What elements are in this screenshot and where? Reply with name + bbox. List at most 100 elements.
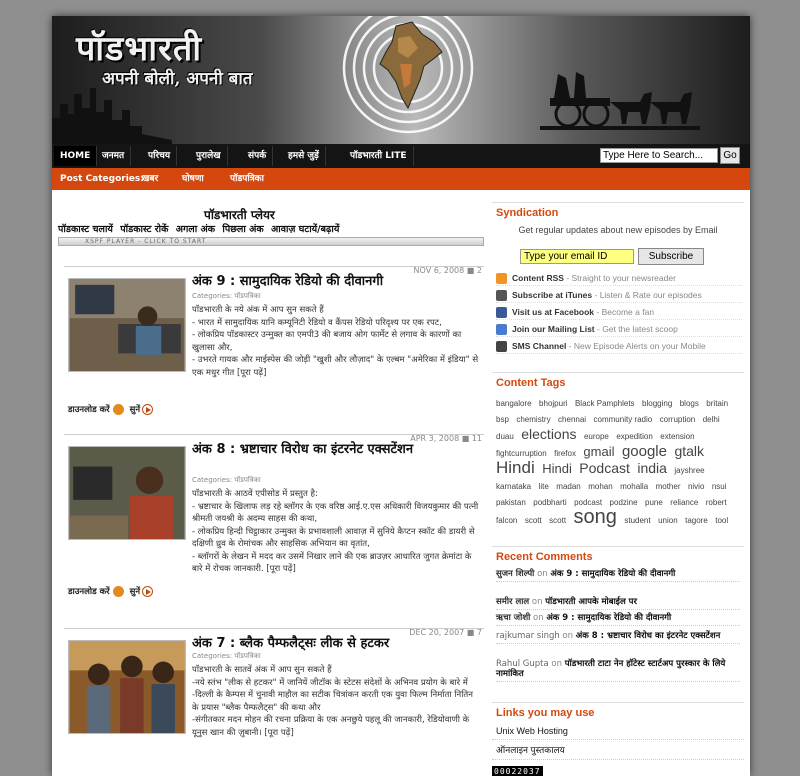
next-episode-button[interactable]: अगला अंक bbox=[176, 224, 215, 235]
nav-hamse-juden[interactable]: हमसे जुड़ें bbox=[282, 146, 326, 166]
tag-link[interactable]: song bbox=[574, 506, 617, 528]
nav-home[interactable]: HOME bbox=[54, 146, 98, 166]
download-icon[interactable] bbox=[112, 404, 124, 415]
tag-link[interactable]: expedition bbox=[616, 432, 652, 441]
tag-link[interactable]: chemistry bbox=[516, 415, 550, 424]
tag-link[interactable]: karnataka bbox=[496, 482, 531, 491]
tag-link[interactable]: student bbox=[624, 516, 650, 525]
tag-link[interactable]: pune bbox=[645, 498, 663, 507]
tag-link[interactable]: bhojpuri bbox=[539, 399, 567, 408]
tag-link[interactable]: elections bbox=[521, 426, 576, 442]
post-title[interactable]: अंक 7 : ब्लैक पैम्फलैट्सः लीक से हटकर bbox=[192, 636, 482, 652]
tag-link[interactable]: corruption bbox=[660, 415, 696, 424]
tag-link[interactable]: pakistan bbox=[496, 498, 526, 507]
nav-janmat[interactable]: जनमत bbox=[96, 146, 132, 166]
listen-link[interactable]: सुनें bbox=[130, 587, 140, 597]
syndication-mailing-list[interactable]: Join our Mailing List - Get the latest s… bbox=[496, 322, 742, 337]
tag-link[interactable]: duau bbox=[496, 432, 514, 441]
tag-link[interactable]: mohalla bbox=[620, 482, 648, 491]
nav-sampark[interactable]: संपर्क bbox=[242, 146, 274, 166]
nav-podbharti-lite[interactable]: पॉडभारती LITE bbox=[344, 146, 414, 166]
email-field[interactable]: Type your email ID bbox=[520, 249, 634, 264]
stop-podcast-button[interactable]: पॉडकास्ट रोकें bbox=[120, 224, 168, 235]
tag-link[interactable]: robert bbox=[706, 498, 727, 507]
tag-link[interactable]: fightcurruption bbox=[496, 449, 547, 458]
post-title[interactable]: अंक 9 : सामुदायिक रेडियो की दीवानगी bbox=[192, 274, 482, 290]
comment-post-link[interactable]: अंक 9 : सामुदायिक रेडियो की दीवानगी bbox=[546, 613, 671, 623]
play-icon[interactable] bbox=[142, 404, 154, 415]
comment-author[interactable]: समीर लाल bbox=[496, 597, 529, 607]
tag-link[interactable]: falcon bbox=[496, 516, 517, 525]
comment-post-link[interactable]: अंक 9 : सामुदायिक रेडियो की दीवानगी bbox=[550, 569, 675, 579]
tag-link[interactable]: Podcast bbox=[579, 460, 630, 476]
tag-link[interactable]: chennai bbox=[558, 415, 586, 424]
tag-link[interactable]: blogs bbox=[680, 399, 699, 408]
tag-link[interactable]: britain bbox=[706, 399, 728, 408]
link-unix-hosting[interactable]: Unix Web Hosting bbox=[492, 723, 744, 740]
tag-link[interactable]: bangalore bbox=[496, 399, 532, 408]
nav-parichay[interactable]: परिचय bbox=[142, 146, 178, 166]
category-podpatrika[interactable]: पॉडपत्रिका bbox=[230, 168, 264, 190]
tag-link[interactable]: Hindi bbox=[496, 458, 535, 477]
syndication-sms[interactable]: SMS Channel - New Episode Alerts on your… bbox=[496, 339, 742, 354]
syndication-itunes[interactable]: Subscribe at iTunes - Listen & Rate our … bbox=[496, 288, 742, 303]
tag-link[interactable]: firefox bbox=[554, 449, 576, 458]
tag-link[interactable]: delhi bbox=[703, 415, 720, 424]
download-link[interactable]: डाउनलोड करें bbox=[68, 587, 110, 597]
tag-link[interactable]: scott bbox=[525, 516, 542, 525]
tag-link[interactable]: extension bbox=[660, 432, 694, 441]
tag-link[interactable]: nivio bbox=[688, 482, 704, 491]
tag-link[interactable]: Hindi bbox=[542, 461, 572, 476]
tag-link[interactable]: reliance bbox=[670, 498, 698, 507]
post-title[interactable]: अंक 8 : भ्रष्टाचार विरोध का इंटरनेट एक्स… bbox=[192, 442, 482, 458]
syndication-rss[interactable]: Content RSS - Straight to your newsreade… bbox=[496, 271, 742, 286]
tag-link[interactable]: gmail bbox=[583, 444, 614, 459]
tag-link[interactable]: madan bbox=[556, 482, 580, 491]
listen-link[interactable]: सुनें bbox=[130, 405, 140, 415]
comment-post-link[interactable]: पॉडभारती आपके मोबाईल पर bbox=[545, 597, 637, 607]
play-podcast-button[interactable]: पॉडकास्ट चलायें bbox=[58, 224, 113, 235]
volume-button[interactable]: आवाज़ घटायें/बढ़ायें bbox=[271, 224, 339, 235]
tag-link[interactable]: mohan bbox=[588, 482, 612, 491]
tag-link[interactable]: jayshree bbox=[674, 466, 704, 475]
tag-link[interactable]: lite bbox=[539, 482, 549, 491]
tag-link[interactable]: bsp bbox=[496, 415, 509, 424]
syndication-facebook[interactable]: Visit us at Facebook - Become a fan bbox=[496, 305, 742, 320]
tag-link[interactable]: mother bbox=[656, 482, 681, 491]
download-link[interactable]: डाउनलोड करें bbox=[68, 405, 110, 415]
post-categories[interactable]: Categories: पॉडपत्रिका bbox=[192, 476, 261, 485]
post-thumbnail-image[interactable] bbox=[68, 446, 186, 540]
nav-puralekh[interactable]: पुरालेख bbox=[190, 146, 228, 166]
tag-link[interactable]: blogging bbox=[642, 399, 672, 408]
tag-link[interactable]: google bbox=[622, 443, 667, 460]
tag-link[interactable]: tagore bbox=[685, 516, 708, 525]
site-title[interactable]: पॉडभारती bbox=[76, 24, 202, 70]
player-progress-bar[interactable]: XSPF PLAYER - CLICK TO START bbox=[58, 237, 484, 246]
tag-link[interactable]: union bbox=[658, 516, 678, 525]
post-thumbnail-image[interactable] bbox=[68, 278, 186, 372]
comment-author[interactable]: ऋचा जोशी bbox=[496, 613, 530, 623]
tag-link[interactable]: gtalk bbox=[674, 443, 704, 459]
category-ghoshna[interactable]: घोषणा bbox=[182, 168, 204, 190]
tag-link[interactable]: tool bbox=[715, 516, 728, 525]
category-khabar[interactable]: खबर bbox=[142, 168, 158, 190]
download-icon[interactable] bbox=[112, 586, 124, 597]
play-icon[interactable] bbox=[142, 586, 154, 597]
comment-author[interactable]: Rahul Gupta bbox=[496, 659, 549, 669]
comment-author[interactable]: सुजन शिल्पी bbox=[496, 569, 534, 579]
tag-link[interactable]: india bbox=[637, 460, 667, 476]
post-categories[interactable]: Categories: पॉडपत्रिका bbox=[192, 292, 261, 301]
tag-link[interactable]: community radio bbox=[594, 415, 653, 424]
tag-link[interactable]: scott bbox=[549, 516, 566, 525]
search-input[interactable]: Type Here to Search... bbox=[600, 148, 718, 163]
link-online-library[interactable]: ऑनलाइन पुस्तकालय bbox=[492, 740, 744, 760]
tag-link[interactable]: podbharti bbox=[533, 498, 566, 507]
previous-episode-button[interactable]: पिछला अंक bbox=[222, 224, 263, 235]
comment-author[interactable]: rajkumar singh bbox=[496, 631, 560, 641]
tag-link[interactable]: europe bbox=[584, 432, 609, 441]
post-thumbnail-image[interactable] bbox=[68, 640, 186, 734]
tag-link[interactable]: nsui bbox=[712, 482, 727, 491]
tag-link[interactable]: Black Pamphlets bbox=[575, 399, 635, 408]
post-categories[interactable]: Categories: पॉडपत्रिका bbox=[192, 652, 261, 661]
subscribe-button[interactable]: Subscribe bbox=[638, 248, 704, 265]
